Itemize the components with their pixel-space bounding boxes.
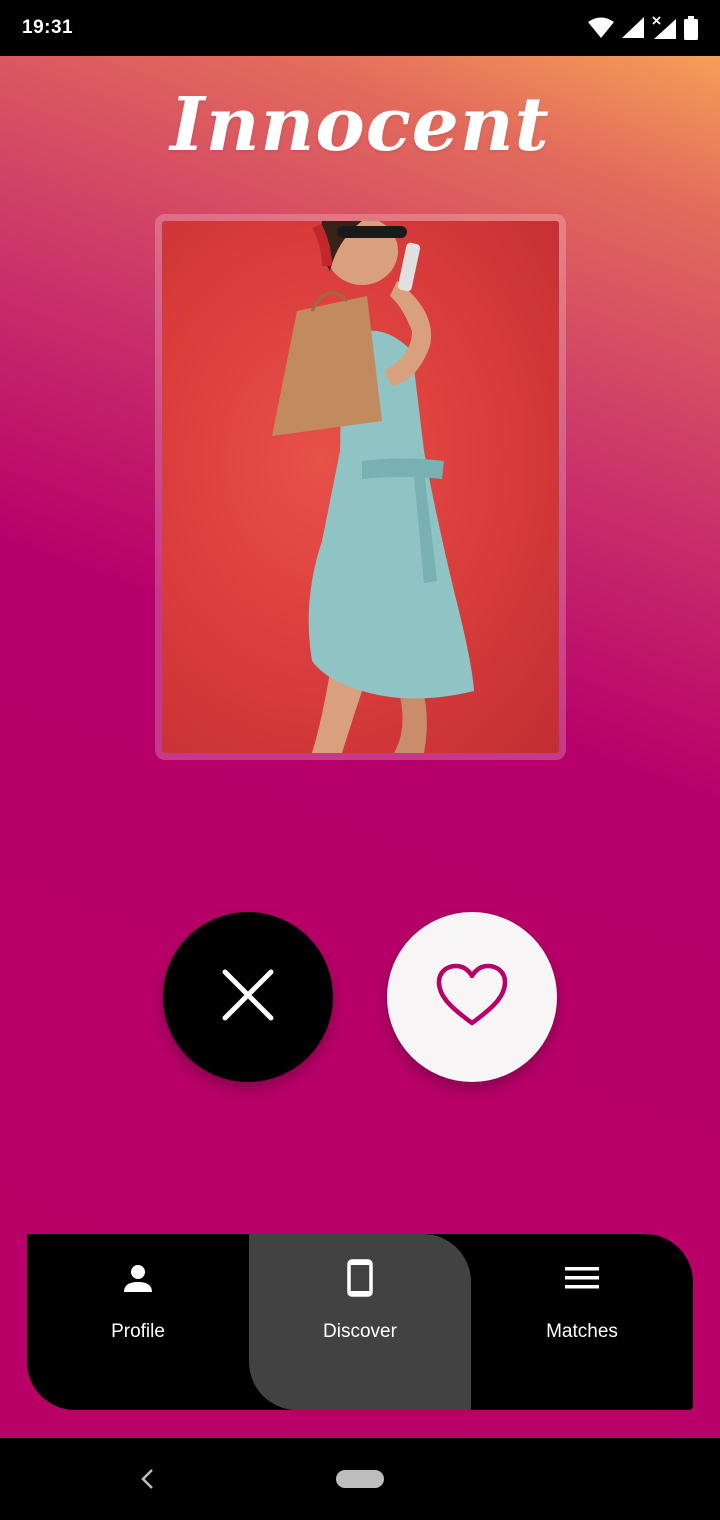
home-button[interactable]	[336, 1470, 384, 1488]
nav-item-discover[interactable]: Discover	[249, 1234, 471, 1410]
heart-outline-icon	[436, 963, 508, 1032]
nav-label-discover: Discover	[323, 1321, 397, 1342]
status-bar: 19:31	[0, 0, 720, 56]
like-button[interactable]	[387, 912, 557, 1082]
logo-text: Innocent	[170, 82, 550, 168]
app-logo: Innocent	[0, 70, 720, 180]
back-chevron-icon[interactable]	[136, 1466, 160, 1492]
cell-signal-x-icon	[652, 16, 676, 40]
status-icons	[588, 16, 698, 40]
nav-label-profile: Profile	[111, 1321, 165, 1342]
profile-photo	[162, 221, 559, 753]
dislike-button[interactable]	[163, 912, 333, 1082]
nav-item-matches[interactable]: Matches	[471, 1234, 693, 1410]
person-icon	[122, 1260, 154, 1296]
nav-label-matches: Matches	[546, 1321, 618, 1342]
battery-icon	[684, 16, 698, 40]
profile-photo-illustration	[272, 221, 474, 753]
app-screen: 19:31 Innocent Profile Discover Matches	[0, 0, 720, 1520]
phone-device-icon	[347, 1259, 373, 1297]
status-time: 19:31	[22, 17, 74, 38]
cell-signal-icon	[622, 17, 644, 39]
bottom-navigation: Profile Discover Matches	[27, 1234, 693, 1410]
close-icon	[221, 968, 275, 1027]
menu-lines-icon	[565, 1260, 599, 1296]
nav-item-profile[interactable]: Profile	[27, 1234, 249, 1410]
wifi-icon	[588, 17, 614, 39]
profile-card[interactable]	[155, 214, 566, 760]
system-navigation-bar	[0, 1438, 720, 1520]
